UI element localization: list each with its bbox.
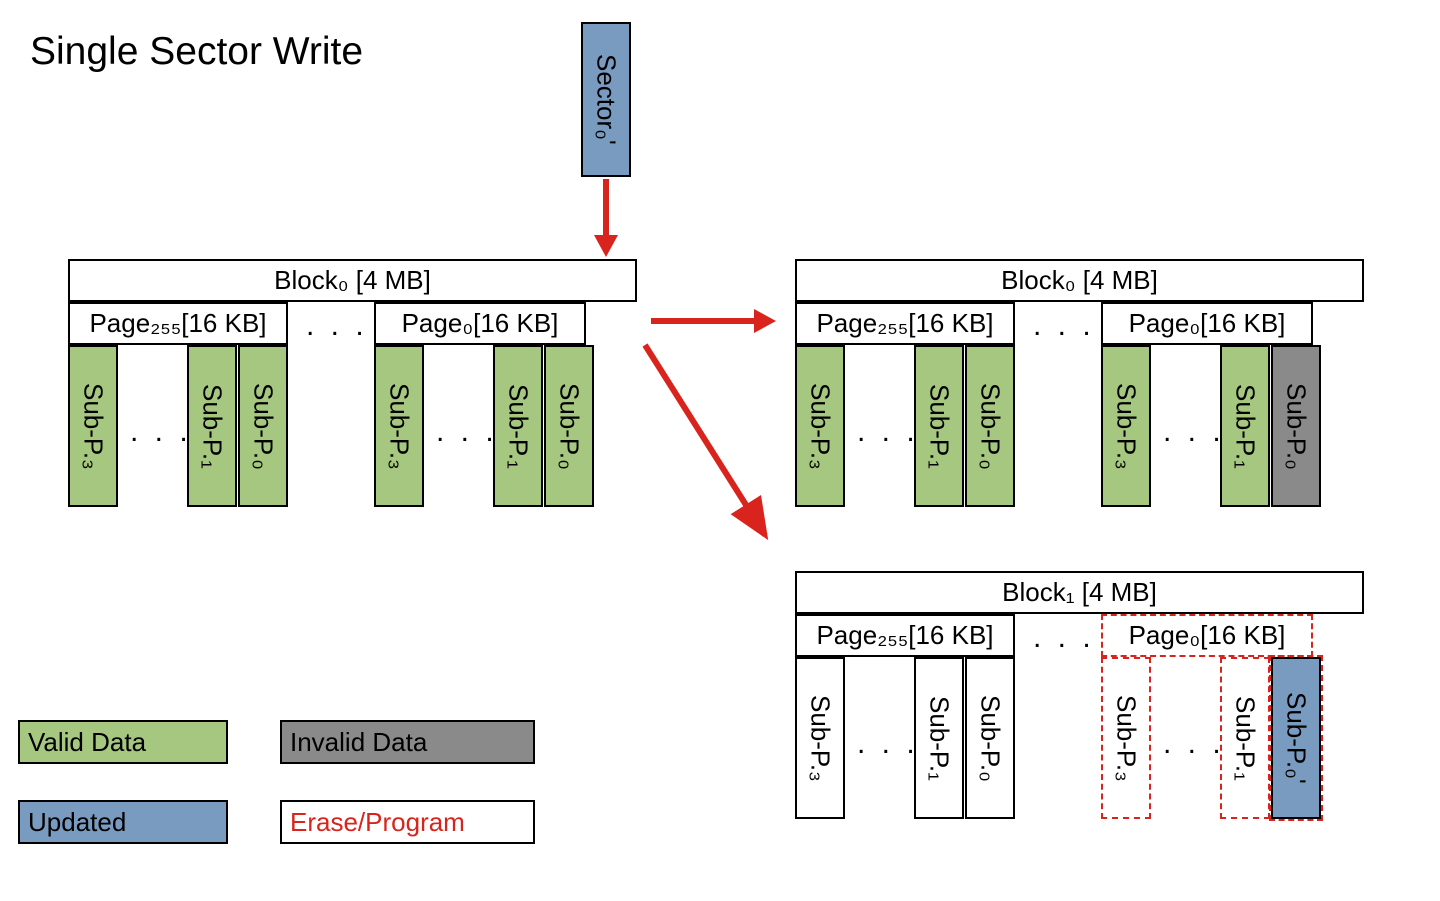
r1-p255-sp3: Sub-P.₃ [795,657,845,819]
left-p255-sp1: Sub-P.₁ [187,345,237,507]
arrow-diag [645,345,795,565]
ellipsis: . . . [1163,727,1225,761]
left-block0-page0: Page₀[16 KB] [374,302,586,345]
sub-page-label: Sub-P.₃ [1111,695,1142,782]
left-block0-header: Block₀ [4 MB] [68,259,637,302]
sub-page-label: Sub-P.₃ [1111,383,1142,470]
sub-page-label: Sub-P.₀ [248,383,279,470]
left-p255-sp0: Sub-P.₀ [238,345,288,507]
right-block1-page255: Page₂₅₅[16 KB] [795,614,1015,657]
sub-page-label: Sub-P.₁ [924,384,955,469]
r1-p0-sp0-dashed-overlay [1269,655,1323,821]
arrow-sector-down-line [603,179,609,237]
right-block0-page255: Page₂₅₅[16 KB] [795,302,1015,345]
r0-p255-sp0: Sub-P.₀ [965,345,1015,507]
arrow-right-line [651,318,756,324]
sub-page-label: Sub-P.₁ [503,384,534,469]
ellipsis: . . . [1033,309,1095,343]
left-p0-sp1: Sub-P.₁ [493,345,543,507]
sub-page-label: Sub-P.₃ [384,383,415,470]
arrow-sector-down-head [594,235,618,257]
sub-page-label: Sub-P.₀ [975,695,1006,782]
diagram-title: Single Sector Write [30,30,363,74]
sector-label: Sector₀' [591,54,622,145]
legend-valid: Valid Data [18,720,228,764]
legend-erase: Erase/Program [280,800,535,844]
sector-box: Sector₀' [581,22,631,177]
ellipsis: . . . [857,415,919,449]
right-block1-header: Block₁ [4 MB] [795,571,1364,614]
ellipsis: . . . [306,309,368,343]
ellipsis: . . . [436,415,498,449]
r1-p0-sp3-dashed: Sub-P.₃ [1101,657,1151,819]
sub-page-label: Sub-P.₃ [78,383,109,470]
r1-p0-sp1-dashed: Sub-P.₁ [1220,657,1270,819]
arrow-right-head [754,309,776,333]
r1-p255-sp1: Sub-P.₁ [914,657,964,819]
left-p0-sp0: Sub-P.₀ [544,345,594,507]
sub-page-label: Sub-P.₀ [1281,383,1312,470]
sub-page-label: Sub-P.₁ [924,696,955,781]
sub-page-label: Sub-P.₁ [1230,696,1261,781]
sub-page-label: Sub-P.₁ [1230,384,1261,469]
r0-p255-sp1: Sub-P.₁ [914,345,964,507]
r0-p0-sp0-invalid: Sub-P.₀ [1271,345,1321,507]
right-block1-page0-dashed: Page₀[16 KB] [1101,614,1313,657]
sub-page-label: Sub-P.₀ [975,383,1006,470]
sub-page-label: Sub-P.₃ [805,695,836,782]
legend-updated: Updated [18,800,228,844]
sub-page-label: Sub-P.₀ [554,383,585,470]
ellipsis: . . . [130,415,192,449]
r0-p255-sp3: Sub-P.₃ [795,345,845,507]
ellipsis: . . . [1033,621,1095,655]
r1-p255-sp0: Sub-P.₀ [965,657,1015,819]
ellipsis: . . . [1163,415,1225,449]
right-block0-header: Block₀ [4 MB] [795,259,1364,302]
sub-page-label: Sub-P.₁ [197,384,228,469]
legend-invalid: Invalid Data [280,720,535,764]
right-block0-page0: Page₀[16 KB] [1101,302,1313,345]
left-p255-sp3: Sub-P.₃ [68,345,118,507]
sub-page-label: Sub-P.₃ [805,383,836,470]
r0-p0-sp3: Sub-P.₃ [1101,345,1151,507]
left-p0-sp3: Sub-P.₃ [374,345,424,507]
ellipsis: . . . [857,727,919,761]
left-block0-page255: Page₂₅₅[16 KB] [68,302,288,345]
r0-p0-sp1: Sub-P.₁ [1220,345,1270,507]
